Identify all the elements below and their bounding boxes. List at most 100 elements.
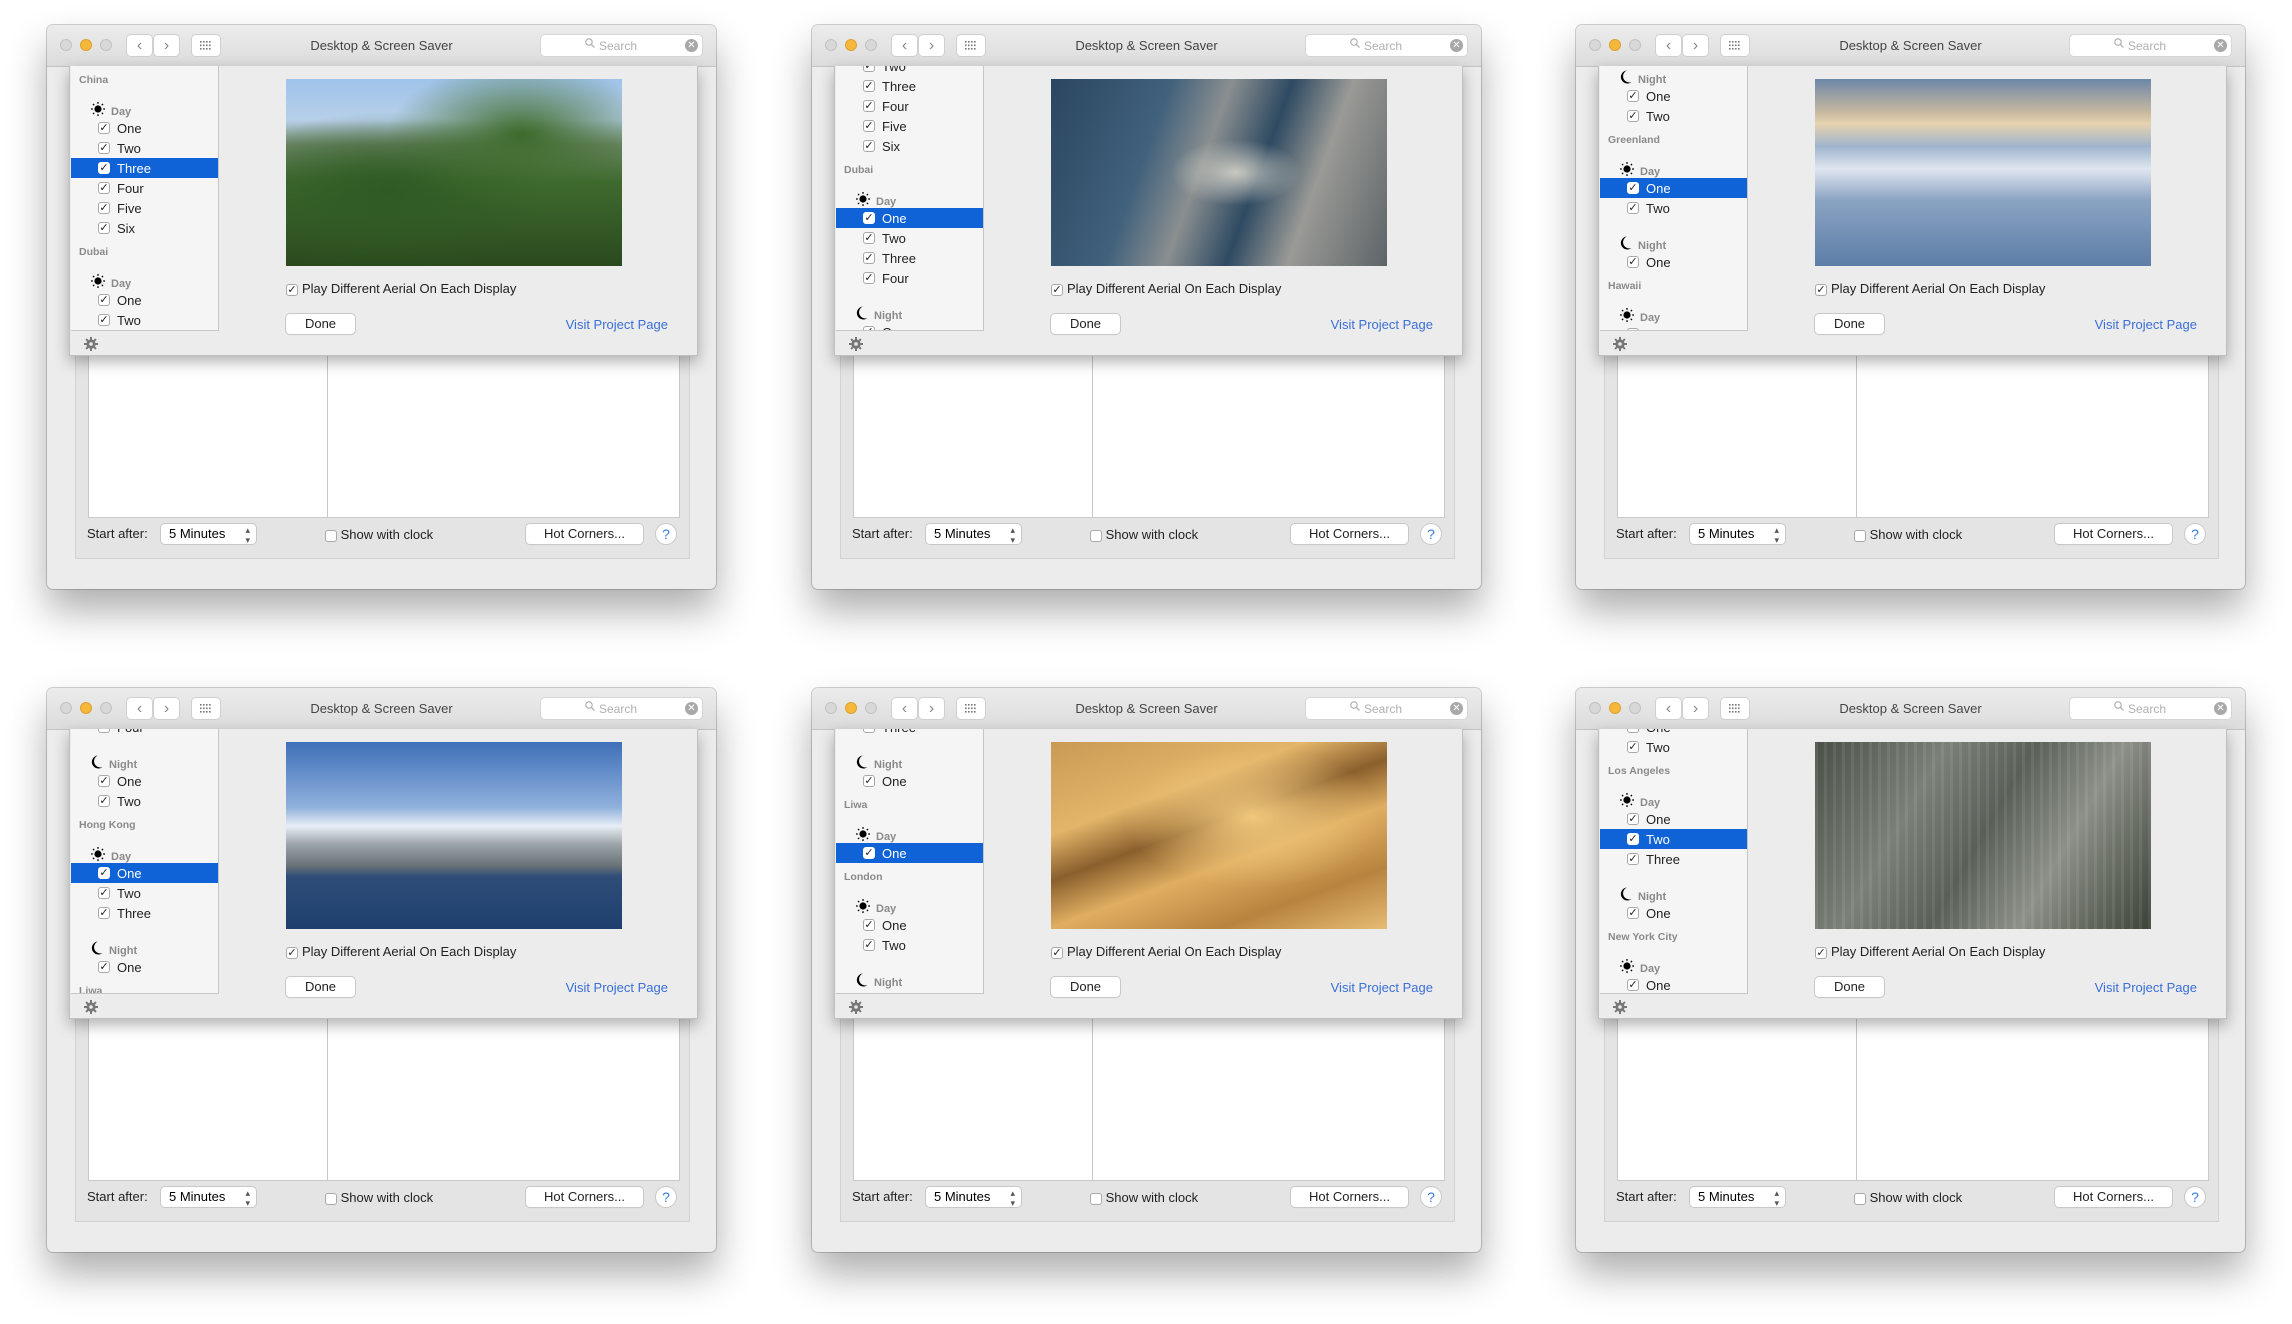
list-item[interactable]: ✓ Three — [836, 248, 983, 268]
start-after-select[interactable]: 5 Minutes ▴ ▾ — [161, 524, 256, 545]
visit-project-page-link[interactable]: Visit Project Page — [1331, 317, 1433, 332]
visit-project-page-link[interactable]: Visit Project Page — [1331, 980, 1433, 995]
visit-project-page-link[interactable]: Visit Project Page — [566, 317, 668, 332]
play-different-checkbox[interactable]: ✓ Play Different Aerial On Each Display — [1815, 281, 2105, 296]
list-item[interactable]: ✓ One — [1600, 903, 1747, 923]
close-button[interactable] — [60, 39, 72, 51]
start-after-select[interactable]: 5 Minutes ▴ ▾ — [1690, 524, 1785, 545]
hot-corners-button[interactable]: Hot Corners... — [526, 1187, 643, 1207]
list-item[interactable]: ✓ One — [71, 118, 218, 138]
checkbox[interactable]: ✓ — [98, 162, 110, 174]
play-different-checkbox[interactable]: ✓ Play Different Aerial On Each Display — [286, 281, 576, 296]
show-with-clock-checkbox[interactable]: Show with clock — [1090, 527, 1198, 542]
aerial-video-list[interactable]: ✓One✓TwoLos AngelesDay✓One✓Two✓ThreeNigh… — [1600, 729, 1748, 994]
checkbox[interactable]: ✓ — [98, 729, 110, 733]
list-item-selected[interactable]: ✓ One — [1600, 178, 1747, 198]
checkbox[interactable]: ✓ — [1627, 328, 1639, 330]
help-button[interactable]: ? — [2185, 1187, 2205, 1207]
checkbox[interactable]: ✓ — [98, 907, 110, 919]
back-button[interactable]: ‹ — [892, 698, 917, 719]
zoom-button[interactable] — [100, 39, 112, 51]
checkbox[interactable]: ✓ — [863, 775, 875, 787]
list-item[interactable]: ✓ Two — [836, 935, 983, 955]
show-with-clock-checkbox[interactable]: Show with clock — [1854, 1190, 1962, 1205]
show-all-button[interactable] — [1721, 35, 1749, 56]
checkbox[interactable]: ✓ — [98, 202, 110, 214]
checkbox[interactable] — [1090, 529, 1102, 542]
search-input[interactable]: Search ✕ — [1306, 698, 1467, 719]
show-with-clock-checkbox[interactable]: Show with clock — [325, 1190, 433, 1205]
start-after-select[interactable]: 5 Minutes ▴ ▾ — [161, 1187, 256, 1208]
play-different-checkbox[interactable]: ✓ Play Different Aerial On Each Display — [1815, 944, 2105, 959]
play-different-checkbox[interactable]: ✓ Play Different Aerial On Each Display — [1051, 944, 1341, 959]
list-item[interactable]: ✓ One — [71, 771, 218, 791]
checkbox[interactable]: ✓ — [863, 252, 875, 264]
show-all-button[interactable] — [1721, 698, 1749, 719]
list-item[interactable]: ✓ One — [1600, 975, 1747, 993]
close-button[interactable] — [1589, 702, 1601, 714]
search-input[interactable]: Search ✕ — [1306, 35, 1467, 56]
checkbox[interactable]: ✓ — [863, 729, 875, 733]
list-item[interactable]: ✓ Two — [1600, 737, 1747, 757]
clear-search-icon[interactable]: ✕ — [1450, 702, 1463, 715]
show-all-button[interactable] — [192, 698, 220, 719]
list-item[interactable]: ✓ One — [1600, 809, 1747, 829]
minimize-button[interactable] — [1609, 702, 1621, 714]
show-all-button[interactable] — [957, 35, 985, 56]
checkbox[interactable] — [1854, 529, 1866, 542]
visit-project-page-link[interactable]: Visit Project Page — [2095, 317, 2197, 332]
back-button[interactable]: ‹ — [127, 35, 152, 56]
gear-icon[interactable] — [84, 1000, 98, 1014]
forward-button[interactable]: › — [919, 35, 944, 56]
done-button[interactable]: Done — [1051, 977, 1120, 997]
minimize-button[interactable] — [845, 702, 857, 714]
checkbox[interactable]: ✓ — [863, 120, 875, 132]
gear-icon[interactable] — [849, 1000, 863, 1014]
list-item[interactable]: ✓ Four — [71, 729, 218, 737]
close-button[interactable] — [60, 702, 72, 714]
checkbox[interactable]: ✓ — [1627, 182, 1639, 194]
help-button[interactable]: ? — [2185, 524, 2205, 544]
hot-corners-button[interactable]: Hot Corners... — [1291, 1187, 1408, 1207]
checkbox[interactable]: ✓ — [286, 946, 298, 959]
checkbox[interactable]: ✓ — [98, 122, 110, 134]
help-button[interactable]: ? — [656, 524, 676, 544]
checkbox[interactable]: ✓ — [863, 847, 875, 859]
list-item[interactable]: ✓ Six — [836, 136, 983, 156]
checkbox[interactable]: ✓ — [863, 993, 875, 994]
checkbox[interactable]: ✓ — [1627, 813, 1639, 825]
checkbox[interactable]: ✓ — [98, 867, 110, 879]
hot-corners-button[interactable]: Hot Corners... — [526, 524, 643, 544]
checkbox[interactable]: ✓ — [1815, 283, 1827, 296]
clear-search-icon[interactable]: ✕ — [685, 702, 698, 715]
back-button[interactable]: ‹ — [892, 35, 917, 56]
zoom-button[interactable] — [1629, 702, 1641, 714]
checkbox[interactable]: ✓ — [1627, 741, 1639, 753]
list-item[interactable]: ✓ Two — [836, 66, 983, 76]
close-button[interactable] — [1589, 39, 1601, 51]
gear-icon[interactable] — [849, 337, 863, 351]
checkbox[interactable]: ✓ — [1051, 946, 1063, 959]
list-item[interactable]: ✓ Four — [836, 268, 983, 288]
minimize-button[interactable] — [845, 39, 857, 51]
list-item[interactable]: ✓ One — [71, 957, 218, 977]
checkbox[interactable] — [1854, 1192, 1866, 1205]
clear-search-icon[interactable]: ✕ — [2214, 702, 2227, 715]
checkbox[interactable]: ✓ — [1627, 90, 1639, 102]
checkbox[interactable]: ✓ — [286, 283, 298, 296]
done-button[interactable]: Done — [286, 314, 355, 334]
checkbox[interactable]: ✓ — [863, 326, 875, 330]
clear-search-icon[interactable]: ✕ — [1450, 39, 1463, 52]
gear-icon[interactable] — [84, 337, 98, 351]
checkbox[interactable]: ✓ — [1627, 110, 1639, 122]
aerial-video-list[interactable]: China Day ✓ One ✓ Two ✓ Three ✓ Four ✓ Five ✓ Six Duba… — [71, 66, 219, 331]
aerial-video-list[interactable]: Night ✓ One ✓ Two Greenland Day ✓ One ✓ Two Night ✓ O… — [1600, 66, 1748, 331]
list-item[interactable]: ✓ One — [1600, 252, 1747, 272]
checkbox[interactable]: ✓ — [863, 140, 875, 152]
forward-button[interactable]: › — [919, 698, 944, 719]
back-button[interactable]: ‹ — [1656, 698, 1681, 719]
checkbox[interactable]: ✓ — [863, 66, 875, 72]
checkbox[interactable]: ✓ — [1627, 833, 1639, 845]
list-item-selected[interactable]: ✓ One — [836, 843, 983, 863]
play-different-checkbox[interactable]: ✓ Play Different Aerial On Each Display — [286, 944, 576, 959]
